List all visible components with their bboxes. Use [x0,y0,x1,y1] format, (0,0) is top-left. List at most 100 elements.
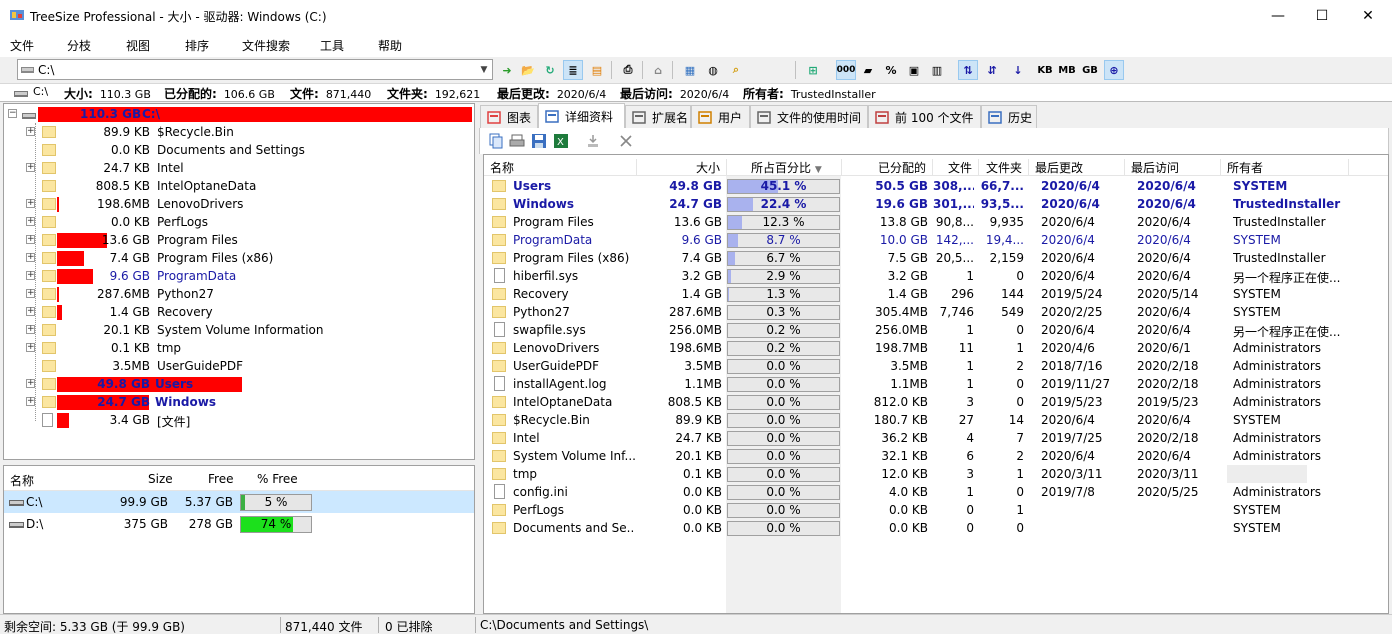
close-button[interactable]: ✕ [1345,0,1391,31]
allocated-view-icon[interactable]: ▰ [858,60,878,80]
tree-row[interactable]: 0.0 KB Documents and Settings [4,141,474,159]
header-folders[interactable]: 文件夹 [979,159,1029,176]
tab-extensions[interactable]: 扩展名 [625,105,691,128]
tab-users[interactable]: 用户 [691,105,750,128]
expand-icon[interactable]: + [26,325,35,334]
expand-icon[interactable]: + [26,397,35,406]
drives-header-pct-free[interactable]: % Free [257,472,298,486]
refresh-icon[interactable]: ↻ [540,60,560,80]
expand-icon[interactable]: + [26,217,35,226]
expand-icon[interactable]: + [26,379,35,388]
table-row[interactable]: config.ini 0.0 KB 4.0 KB 1 0 2019/7/8 2020/5/2… [484,483,1388,501]
tree-row[interactable]: +89.9 KB $Recycle.Bin [4,123,474,141]
header-accessed[interactable]: 最后访问 [1125,159,1221,176]
table-row[interactable]: Recovery 1.4 GB 1.4 GB 296 144 2019/5/24 2020/… [484,285,1388,303]
table-row[interactable]: installAgent.log 1.1MB 1.1MB 1 0 2019/11/27 20… [484,375,1388,393]
scan-options-icon[interactable]: ≣ [563,60,583,80]
sort-size-icon[interactable]: ⇅ [958,60,978,80]
drives-header-free[interactable]: Free [208,472,233,486]
menu-help[interactable]: 帮助 [378,37,402,54]
table-row[interactable]: tmp 0.1 KB 12.0 KB 3 1 2020/3/11 2020/3/11 0.0 … [484,465,1388,483]
menu-tools[interactable]: 工具 [320,37,344,54]
drive-row[interactable]: C:\ 99.9 GB 5.37 GB 5 % [4,491,474,513]
table-row[interactable]: Intel 24.7 KB 36.2 KB 4 7 2019/7/25 2020/2/18 A… [484,429,1388,447]
tree-row[interactable]: 808.5 KB IntelOptaneData [4,177,474,195]
unit-gb-button[interactable]: GB [1080,60,1100,80]
tree-row[interactable]: 3.4 GB [文件] [4,411,474,429]
header-percent[interactable]: 所占百分比 ▼ [727,159,842,176]
tree-row[interactable]: +7.4 GB Program Files (x86) [4,249,474,267]
tab-file-age[interactable]: 文件的使用时间 [750,105,868,128]
export-icon[interactable]: ▤ [587,60,607,80]
print-icon[interactable]: ⎙ [618,60,638,80]
table-row[interactable]: hiberfil.sys 3.2 GB 3.2 GB 1 0 2020/6/4 2020/6… [484,267,1388,285]
drives-header-name[interactable]: 名称 [10,472,34,489]
expand-icon[interactable]: + [26,343,35,352]
file-count-icon[interactable]: ▣ [904,60,924,80]
table-row[interactable]: UserGuidePDF 3.5MB 3.5MB 1 2 2018/7/16 2020/2/… [484,357,1388,375]
expand-tree-icon[interactable]: ⊞ [803,60,823,80]
tree-row[interactable]: +13.6 GB Program Files [4,231,474,249]
expand-icon[interactable]: + [26,127,35,136]
table-row[interactable]: Program Files (x86) 7.4 GB 7.5 GB 20,5... 2,… [484,249,1388,267]
sort-name-icon[interactable]: ⇵ [982,60,1002,80]
expand-icon[interactable]: + [26,253,35,262]
tab-details[interactable]: 详细资料 [538,103,625,129]
table-row[interactable]: $Recycle.Bin 89.9 KB 180.7 KB 27 14 2020/6/4 2… [484,411,1388,429]
table-row[interactable]: Windows 24.7 GB 19.6 GB 301,... 93,5... 2020/… [484,195,1388,213]
header-size[interactable]: 大小 [637,159,727,176]
tree-row[interactable]: +0.1 KB tmp [4,339,474,357]
table-row[interactable]: Program Files 13.6 GB 13.8 GB 90,8... 9,935 2… [484,213,1388,231]
tree-row[interactable]: +287.6MB Python27 [4,285,474,303]
table-row[interactable]: PerfLogs 0.0 KB 0.0 KB 0 1 SYSTEM 0.0 % [484,501,1388,519]
header-modified[interactable]: 最后更改 [1029,159,1125,176]
expand-icon[interactable]: + [26,199,35,208]
tab-chart[interactable]: 图表 [480,105,538,128]
tree-row[interactable]: +1.4 GB Recovery [4,303,474,321]
table-row[interactable]: swapfile.sys 256.0MB 256.0MB 1 0 2020/6/4 2020… [484,321,1388,339]
print-icon[interactable] [509,133,525,149]
drive-row[interactable]: D:\ 375 GB 278 GB 74 % [4,513,474,535]
minimize-button[interactable]: — [1255,0,1301,31]
columns-icon[interactable]: ▥ [927,60,947,80]
delete-icon[interactable] [618,133,634,149]
filter-icon[interactable]: ◍ [703,60,723,80]
menu-view[interactable]: 视图 [126,37,150,54]
maximize-button[interactable]: ☐ [1299,0,1345,31]
tree-row[interactable]: +49.8 GB Users [4,375,474,393]
table-row[interactable]: Documents and Se... 0.0 KB 0.0 KB 0 0 SYSTEM 0… [484,519,1388,537]
menu-sort[interactable]: 排序 [185,37,209,54]
tree-root-row[interactable]: − 110.3 GB C:\ [4,105,474,123]
tree-row[interactable]: +0.0 KB PerfLogs [4,213,474,231]
expand-icon[interactable]: + [26,289,35,298]
chevron-down-icon[interactable]: ▼ [476,60,492,79]
go-icon[interactable]: ➜ [497,60,517,80]
auto-unit-icon[interactable]: ⊕ [1104,60,1124,80]
drives-header-size[interactable]: Size [148,472,173,486]
table-row[interactable]: IntelOptaneData 808.5 KB 812.0 KB 3 0 2019/5/… [484,393,1388,411]
header-owner[interactable]: 所有者 [1221,159,1349,176]
excel-icon[interactable]: X [553,133,569,149]
tree-row[interactable]: 3.5MB UserGuidePDF [4,357,474,375]
tab-top-100[interactable]: 前 100 个文件 [868,105,981,128]
size-view-icon[interactable]: 000 [836,60,856,80]
table-row[interactable]: Python27 287.6MB 305.4MB 7,746 549 2020/2/25 2… [484,303,1388,321]
tree-row[interactable]: +20.1 KB System Volume Information [4,321,474,339]
collapse-icon[interactable]: − [8,109,17,118]
menu-branch[interactable]: 分枝 [67,37,91,54]
tree-row[interactable]: +9.6 GB ProgramData [4,267,474,285]
details-table[interactable]: 名称 大小 所占百分比 ▼ 已分配的 文件 文件夹 最后更改 最后访问 所有者 … [483,154,1389,614]
search-folder-icon[interactable]: ⌕ [726,60,746,80]
rescan-icon[interactable] [585,133,601,149]
tree-row[interactable]: +24.7 KB Intel [4,159,474,177]
table-row[interactable]: System Volume Inf... 20.1 KB 32.1 KB 6 2 2020… [484,447,1388,465]
tree-row[interactable]: +198.6MB LenovoDrivers [4,195,474,213]
copy-icon[interactable] [488,133,504,149]
sort-down-icon[interactable]: ↓ [1008,60,1028,80]
save-icon[interactable] [531,133,547,149]
open-folder-icon[interactable]: 📂 [518,60,538,80]
drives-list[interactable]: 名称 Size Free % Free C:\ 99.9 GB 5.37 GB 5 %… [3,465,475,614]
header-allocated[interactable]: 已分配的 [842,159,933,176]
unit-kb-button[interactable]: KB [1035,60,1055,80]
expand-icon[interactable]: + [26,163,35,172]
